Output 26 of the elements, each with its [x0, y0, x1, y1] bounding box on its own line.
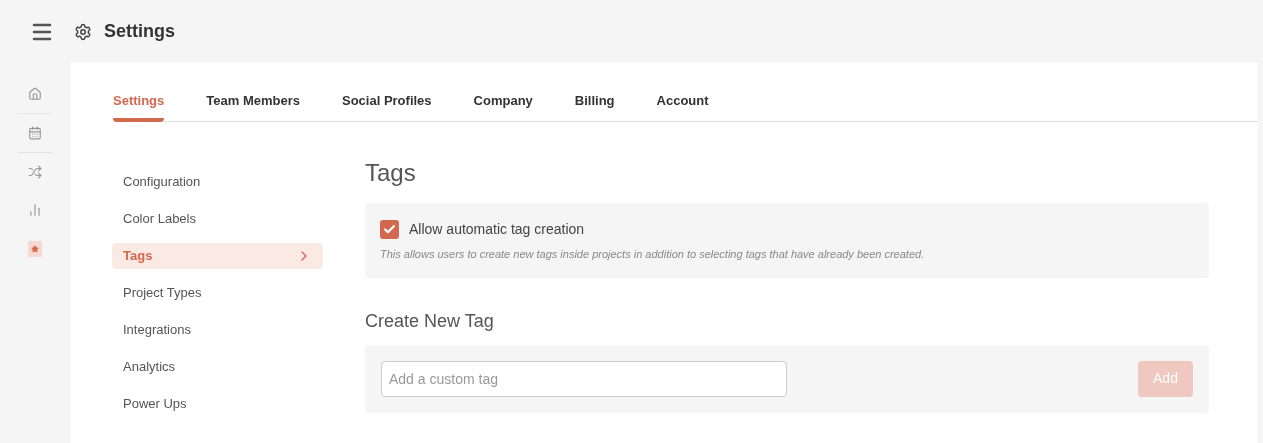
- option-description: This allows users to create new tags inside projects in addition to selecting tags that have already been created.: [380, 247, 926, 262]
- shuffle-icon[interactable]: [28, 165, 42, 179]
- tab[interactable]: Company: [473, 91, 533, 122]
- page-title: Tags: [365, 158, 417, 188]
- tab[interactable]: Account: [656, 91, 709, 122]
- star-badge-icon[interactable]: [28, 241, 42, 257]
- settings-nav-item[interactable]: Color Labels: [112, 206, 323, 232]
- settings-nav-item[interactable]: Analytics: [112, 354, 323, 380]
- settings-nav-item[interactable]: Power Ups: [112, 391, 323, 417]
- tab[interactable]: Settings: [113, 91, 165, 122]
- settings-nav-item[interactable]: Integrations: [112, 317, 323, 343]
- tab[interactable]: Social Profiles: [342, 91, 432, 122]
- header-title: Settings: [104, 20, 175, 43]
- chart-icon[interactable]: [28, 203, 42, 217]
- settings-icon: [74, 22, 92, 41]
- calendar-icon[interactable]: [28, 126, 42, 140]
- settings-nav-item[interactable]: Configuration: [112, 169, 323, 195]
- tab[interactable]: Team Members: [206, 91, 300, 122]
- tag-input-field[interactable]: Add a custom tag: [381, 360, 787, 397]
- option-label: Allow automatic tag creation: [409, 220, 585, 239]
- check-icon: [383, 223, 396, 236]
- tab[interactable]: Billing: [574, 91, 615, 122]
- settings-nav-item[interactable]: Project Types: [112, 280, 323, 306]
- checkbox[interactable]: [380, 220, 399, 239]
- home-icon[interactable]: [28, 87, 42, 101]
- section-title: Create New Tag: [365, 309, 495, 333]
